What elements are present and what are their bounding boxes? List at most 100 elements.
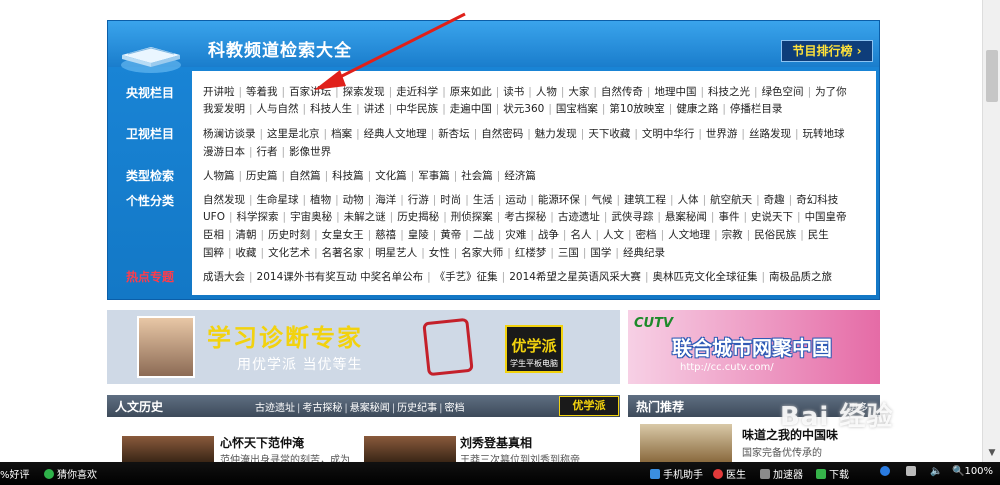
program-link[interactable]: 文化篇	[375, 170, 407, 182]
program-link[interactable]: 停播栏目录	[730, 103, 783, 115]
program-link[interactable]: 地理中国	[654, 86, 696, 98]
status-doctor[interactable]: 医生	[713, 466, 746, 481]
category-type-search[interactable]: 类型检索	[108, 167, 192, 184]
program-link[interactable]: 行者	[257, 146, 278, 158]
program-link[interactable]: 名家大师	[461, 247, 503, 259]
program-link[interactable]: 二战	[473, 229, 494, 241]
program-link[interactable]: 人物	[536, 86, 557, 98]
program-link[interactable]: 经典人文地理	[364, 128, 427, 140]
program-link[interactable]: 南极品质之旅	[769, 271, 832, 283]
section-link[interactable]: 考古探秘	[302, 403, 342, 414]
program-link[interactable]: UFO	[203, 211, 225, 223]
program-link[interactable]: 生活	[473, 194, 494, 206]
program-link[interactable]: 清朝	[236, 229, 257, 241]
program-link[interactable]: 状元360	[503, 103, 544, 115]
program-link[interactable]: 科技篇	[332, 170, 364, 182]
program-link[interactable]: 奇趣	[764, 194, 785, 206]
zoom-control[interactable]: 🔍100%	[952, 466, 993, 477]
scroll-down-icon[interactable]: ▼	[987, 448, 997, 458]
program-link[interactable]: 自然篇	[289, 170, 321, 182]
program-link[interactable]: 女性	[429, 247, 450, 259]
scroll-thumb[interactable]	[986, 50, 998, 102]
program-link[interactable]: 社会篇	[461, 170, 493, 182]
status-accelerator[interactable]: 加速器	[760, 466, 803, 481]
program-link[interactable]: 三国	[558, 247, 579, 259]
program-ranking-button[interactable]: 节目排行榜 ›	[781, 40, 873, 62]
ad-banner-learning[interactable]: 学习诊断专家 用优学派 当优等生 优学派 学生平板电脑	[107, 310, 620, 384]
program-link[interactable]: 行游	[408, 194, 429, 206]
program-link[interactable]: 航空航天	[710, 194, 752, 206]
program-link[interactable]: 建筑工程	[624, 194, 666, 206]
program-link[interactable]: 绿色空间	[762, 86, 804, 98]
program-link[interactable]: 人物篇	[203, 170, 235, 182]
program-link[interactable]: 中国皇帝	[805, 211, 847, 223]
ie-icon[interactable]	[880, 466, 893, 478]
program-link[interactable]: 臣相	[203, 229, 224, 241]
section-link[interactable]: 悬案秘闻	[350, 403, 390, 414]
program-link[interactable]: 第10放映室	[609, 103, 664, 115]
program-link[interactable]: 科技人生	[310, 103, 352, 115]
program-link[interactable]: 生命星球	[257, 194, 299, 206]
program-link[interactable]: 这里是北京	[267, 128, 320, 140]
program-link[interactable]: 大家	[568, 86, 589, 98]
program-link[interactable]: 魅力发现	[535, 128, 577, 140]
status-download[interactable]: 下载	[816, 466, 849, 481]
ad-banner-cutv[interactable]: CUTV 联合城市网聚中国 http://cc.cutv.com/	[628, 310, 880, 384]
program-link[interactable]: 名人	[570, 229, 591, 241]
program-link[interactable]: 密档	[636, 229, 657, 241]
section-link[interactable]: 历史纪事	[397, 403, 437, 414]
program-link[interactable]: 明星艺人	[375, 247, 417, 259]
program-link[interactable]: 奥林匹克文化全球征集	[652, 271, 757, 283]
section-link[interactable]: 古迹遗址	[255, 403, 295, 414]
program-link[interactable]: 考古探秘	[504, 211, 546, 223]
program-link[interactable]: 影像世界	[289, 146, 331, 158]
program-link[interactable]: 走遍中国	[450, 103, 492, 115]
program-link[interactable]: 收藏	[236, 247, 257, 259]
category-personal[interactable]: 个性分类	[108, 192, 192, 209]
article-thumbnail[interactable]	[122, 436, 214, 462]
category-hot-topics[interactable]: 热点专题	[108, 268, 192, 285]
program-link[interactable]: 人与自然	[257, 103, 299, 115]
program-link[interactable]: 2014课外书有奖互动 中奖名单公布	[257, 271, 424, 283]
program-link[interactable]: 海洋	[375, 194, 396, 206]
program-link[interactable]: 植物	[310, 194, 331, 206]
program-link[interactable]: 能源环保	[538, 194, 580, 206]
program-link[interactable]: 历史篇	[246, 170, 278, 182]
program-link[interactable]: 漫游日本	[203, 146, 245, 158]
program-link[interactable]: 2014希望之星英语风采大赛	[509, 271, 641, 283]
program-link[interactable]: 事件	[718, 211, 739, 223]
program-link[interactable]: 女皇女王	[322, 229, 364, 241]
program-link[interactable]: 讲述	[364, 103, 385, 115]
program-link[interactable]: 新杏坛	[438, 128, 470, 140]
program-link[interactable]: 国学	[590, 247, 611, 259]
program-link[interactable]: 国粹	[203, 247, 224, 259]
program-link[interactable]: 中华民族	[396, 103, 438, 115]
program-link[interactable]: 自然密码	[481, 128, 523, 140]
status-phone-helper[interactable]: 手机助手	[650, 466, 703, 481]
section-link[interactable]: 密档	[445, 403, 465, 414]
program-link[interactable]: 宗教	[722, 229, 743, 241]
program-link[interactable]: 读书	[503, 86, 524, 98]
program-link[interactable]: 运动	[505, 194, 526, 206]
program-link[interactable]: 民俗民族	[754, 229, 796, 241]
program-link[interactable]: 历史揭秘	[397, 211, 439, 223]
program-link[interactable]: 刑侦探案	[451, 211, 493, 223]
program-link[interactable]: 自然发现	[203, 194, 245, 206]
page-scrollbar[interactable]: ▼	[982, 0, 1000, 462]
program-link[interactable]: 慈禧	[375, 229, 396, 241]
program-link[interactable]: 人文	[603, 229, 624, 241]
program-link[interactable]: 奇幻科技	[796, 194, 838, 206]
program-link[interactable]: 历史时刻	[268, 229, 310, 241]
program-link[interactable]: 灾难	[505, 229, 526, 241]
program-link[interactable]: 《手艺》征集	[435, 271, 498, 283]
program-link[interactable]: 皇陵	[408, 229, 429, 241]
program-link[interactable]: 武侠寻踪	[611, 211, 653, 223]
program-link[interactable]: 档案	[331, 128, 352, 140]
program-link[interactable]: 黄帝	[440, 229, 461, 241]
article-title[interactable]: 刘秀登基真相	[460, 434, 532, 451]
volume-icon[interactable]: 🔈	[930, 466, 942, 477]
program-link[interactable]: 文化艺术	[268, 247, 310, 259]
program-link[interactable]: 玩转地球	[803, 128, 845, 140]
program-link[interactable]: 民生	[808, 229, 829, 241]
program-link[interactable]: 科学探索	[237, 211, 279, 223]
